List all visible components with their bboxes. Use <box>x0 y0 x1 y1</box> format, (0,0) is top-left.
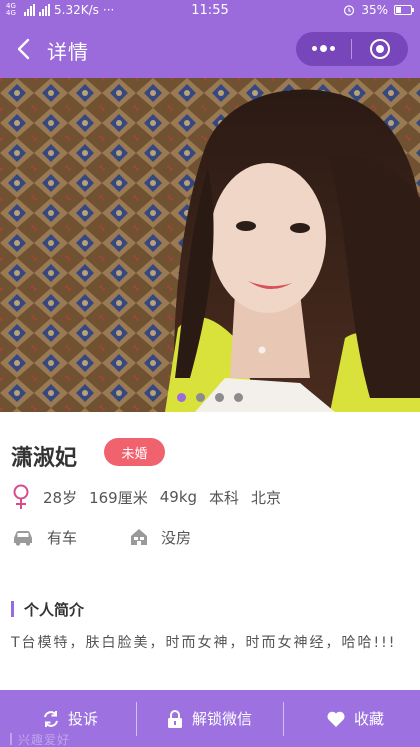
battery-icon <box>394 5 414 15</box>
car-text: 有车 <box>47 528 78 547</box>
city-text: 北京 <box>251 488 282 507</box>
carousel-dot[interactable] <box>196 393 205 402</box>
carousel-dot[interactable] <box>215 393 224 402</box>
battery-percent: 35% <box>361 3 388 17</box>
education-text: 本科 <box>209 488 240 507</box>
more-button[interactable] <box>296 32 351 66</box>
more-dots-icon <box>312 45 335 52</box>
status-bar: 4G 4G 5.32K/s ··· 11:55 35% <box>0 0 420 22</box>
lock-icon <box>168 709 182 728</box>
report-label: 投诉 <box>68 710 99 728</box>
carousel-dot[interactable] <box>234 393 243 402</box>
alarm-icon <box>344 5 355 16</box>
photo-carousel[interactable] <box>0 78 420 412</box>
chevron-left-icon <box>17 38 30 60</box>
house-info: 没房 <box>129 524 191 550</box>
unlock-wechat-button[interactable]: 解锁微信 <box>166 690 252 747</box>
age-text: 28岁 <box>43 488 78 507</box>
section-bar <box>11 601 14 617</box>
intro-section-title: 个人简介 <box>11 598 84 620</box>
heart-icon <box>327 711 345 727</box>
hidden-section-title: 兴趣爱好 <box>10 731 70 747</box>
car-info: 有车 <box>11 524 77 550</box>
unlock-wechat-label: 解锁微信 <box>192 710 253 728</box>
profile-name: 潇淑妃 <box>11 446 78 471</box>
nav-bar: 详情 <box>0 22 420 78</box>
house-text: 没房 <box>161 528 192 547</box>
female-icon <box>13 484 29 509</box>
status-right: 35% <box>343 3 414 17</box>
car-icon <box>14 531 32 546</box>
height-text: 169厘米 <box>89 488 148 507</box>
basic-info-row: 28岁 169厘米 49kg 本科 北京 <box>11 484 293 510</box>
favorite-label: 收藏 <box>354 710 385 728</box>
weight-text: 49kg <box>159 488 198 506</box>
intro-title-text: 个人简介 <box>24 600 85 619</box>
intro-text: T台模特，肤白脸美，时而女神，时而女神经，哈哈!!! <box>11 635 397 651</box>
marital-status-badge: 未婚 <box>104 438 165 466</box>
house-icon <box>131 529 147 545</box>
back-button[interactable] <box>12 34 40 64</box>
refresh-icon <box>44 710 58 727</box>
page-title: 详情 <box>47 40 89 64</box>
bottom-divider-1 <box>136 702 137 736</box>
hidden-section-text: 兴趣爱好 <box>18 733 71 747</box>
favorite-button[interactable]: 收藏 <box>326 690 384 747</box>
carousel-dot[interactable] <box>177 393 186 402</box>
bottom-divider-2 <box>283 702 284 736</box>
target-icon <box>369 39 390 59</box>
close-miniprogram-button[interactable] <box>352 32 407 66</box>
profile-photo <box>0 78 420 412</box>
miniprogram-capsule <box>296 32 408 66</box>
carousel-indicators <box>0 393 420 402</box>
